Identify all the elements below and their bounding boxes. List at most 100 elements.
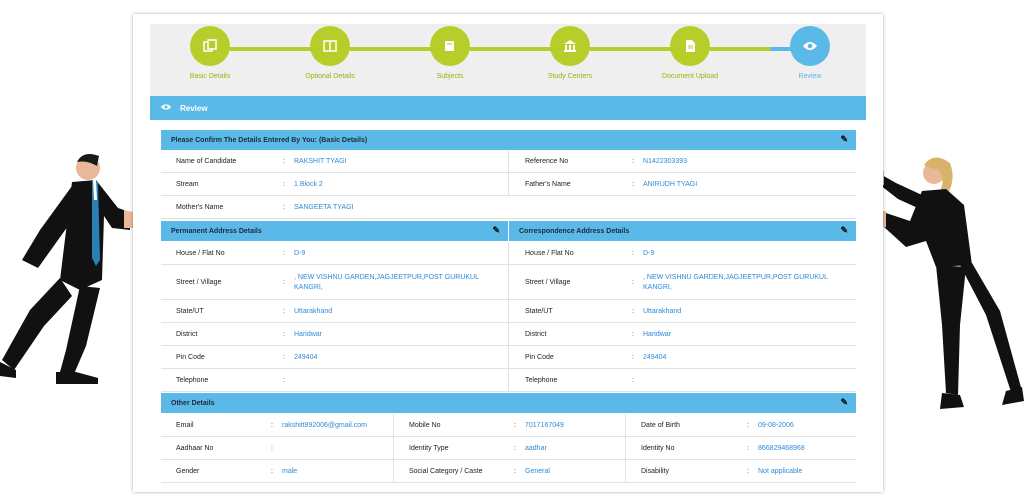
- step-study-centers[interactable]: Study Centers: [515, 26, 625, 80]
- step-label: Document Upload: [661, 73, 719, 80]
- field-label: Email: [176, 422, 194, 429]
- table-row: District : Haridwar District : Haridwar: [161, 323, 856, 346]
- field-value: RAKSHIT TYAGI: [294, 157, 347, 165]
- colon: :: [632, 250, 634, 257]
- step-review[interactable]: Review: [755, 26, 865, 80]
- field-label: Street / Village: [525, 279, 571, 286]
- field-value: Uttarakhand: [294, 307, 333, 315]
- colon: :: [632, 331, 634, 338]
- field-label: Date of Birth: [641, 422, 680, 429]
- progress-stepper: Basic Details Optional Details Subjects …: [150, 24, 866, 96]
- colon: :: [283, 204, 285, 211]
- field-value: , NEW VISHNU GARDEN,JAGJEETPUR,POST GURU…: [294, 273, 479, 291]
- colon: :: [283, 250, 285, 257]
- eye-icon: [160, 103, 172, 114]
- step-subjects[interactable]: Subjects: [395, 26, 505, 80]
- colon: :: [271, 468, 273, 475]
- step-document-upload[interactable]: Document Upload: [635, 26, 745, 80]
- colon: :: [283, 158, 285, 165]
- copy-icon: [190, 26, 230, 66]
- field-label: Father's Name: [525, 181, 571, 188]
- step-basic-details[interactable]: Basic Details: [155, 26, 265, 80]
- table-row: Telephone : Telephone :: [161, 369, 856, 392]
- edit-permanent-address-icon[interactable]: ✎: [492, 225, 500, 236]
- field-label: Telephone: [176, 377, 209, 384]
- field-label: Pin Code: [525, 354, 554, 361]
- divider: [393, 414, 394, 436]
- edit-other-details-icon[interactable]: ✎: [840, 397, 848, 408]
- colon: :: [514, 445, 516, 452]
- table-row: House / Flat No : D-9 House / Flat No : …: [161, 242, 856, 265]
- divider: [508, 300, 509, 322]
- field-value: General: [525, 467, 550, 475]
- field-label: Identity No: [641, 445, 675, 452]
- review-header: Review: [150, 96, 866, 120]
- field-label: Telephone: [525, 377, 558, 384]
- divider: [625, 460, 626, 482]
- table-row: Street / Village : , NEW VISHNU GARDEN,J…: [161, 265, 856, 300]
- step-label: Subjects: [436, 73, 464, 80]
- application-review-window: Basic Details Optional Details Subjects …: [133, 14, 883, 492]
- field-label: Pin Code: [176, 354, 205, 361]
- divider: [393, 437, 394, 459]
- field-value: 1 Block 2: [294, 180, 323, 188]
- eye-icon: [790, 26, 830, 66]
- divider: [508, 242, 509, 264]
- field-value: Haridwar: [294, 330, 323, 338]
- colon: :: [747, 422, 749, 429]
- step-optional-details[interactable]: Optional Details: [275, 26, 385, 80]
- colon: :: [747, 468, 749, 475]
- field-label: District: [176, 331, 198, 338]
- colon: :: [514, 422, 516, 429]
- field-value: rakshitt892006@gmail.com: [282, 421, 367, 429]
- field-value: 249404: [294, 353, 318, 361]
- field-value: Uttarakhand: [643, 307, 682, 315]
- colon: :: [632, 308, 634, 315]
- colon: :: [271, 445, 273, 452]
- businessman-illustration: [0, 154, 134, 384]
- field-label: District: [525, 331, 547, 338]
- colon: :: [283, 331, 285, 338]
- field-label: State/UT: [525, 308, 553, 315]
- table-row: State/UT : Uttarakhand State/UT : Uttara…: [161, 300, 856, 323]
- table-row: Name of Candidate : RAKSHIT TYAGI Refere…: [161, 150, 856, 173]
- section-title: Other Details: [171, 399, 215, 407]
- field-value: 249404: [643, 353, 667, 361]
- field-label: Street / Village: [176, 279, 222, 286]
- colon: :: [747, 445, 749, 452]
- edit-basic-details-icon[interactable]: ✎: [840, 134, 848, 145]
- divider: [625, 437, 626, 459]
- field-value: N1422303393: [643, 157, 687, 165]
- colon: :: [632, 158, 634, 165]
- divider: [508, 346, 509, 368]
- step-label: Study Centers: [547, 73, 593, 80]
- colon: :: [632, 377, 634, 384]
- colon: :: [283, 308, 285, 315]
- colon: :: [514, 468, 516, 475]
- field-label: Name of Candidate: [176, 158, 237, 165]
- correspondence-address-header: Correspondence Address Details ✎: [509, 221, 856, 241]
- section-title: Permanent Address Details: [171, 227, 262, 235]
- edit-correspondence-address-icon[interactable]: ✎: [840, 225, 848, 236]
- field-label: Social Category / Caste: [409, 468, 483, 475]
- building-icon: [550, 26, 590, 66]
- field-label: State/UT: [176, 308, 204, 315]
- field-label: Gender: [176, 468, 200, 475]
- colon: :: [632, 354, 634, 361]
- section-title: Please Confirm The Details Entered By Yo…: [171, 136, 368, 144]
- colon: :: [632, 279, 634, 286]
- colon: :: [632, 181, 634, 188]
- step-label: Review: [798, 73, 822, 80]
- table-row: Mother's Name : SANGEETA TYAGI: [161, 196, 856, 219]
- field-label: House / Flat No: [525, 250, 574, 257]
- divider: [508, 173, 509, 195]
- field-value: 7017167049: [525, 421, 564, 429]
- divider: [508, 150, 509, 172]
- table-row: Gender : male Social Category / Caste : …: [161, 460, 856, 483]
- book-icon: [430, 26, 470, 66]
- other-details-header: Other Details ✎: [161, 393, 856, 413]
- field-value: Not applicable: [758, 467, 803, 475]
- colon: :: [283, 181, 285, 188]
- field-label: Identity Type: [409, 445, 449, 452]
- divider: [508, 369, 509, 391]
